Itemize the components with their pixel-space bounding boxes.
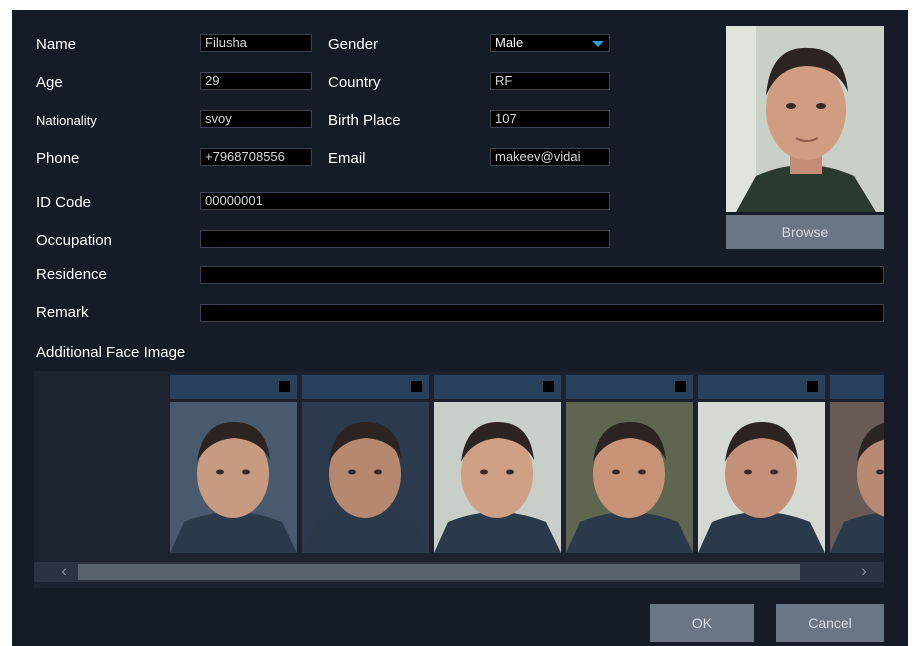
- gender-label: Gender: [328, 36, 379, 53]
- birth-place-field[interactable]: 107: [490, 110, 610, 128]
- remark-field[interactable]: [200, 304, 884, 322]
- face-thumbnail-image: [830, 402, 884, 553]
- thumbnail-header: [566, 375, 693, 399]
- face-photo: [726, 26, 884, 212]
- age-label: Age: [36, 74, 63, 91]
- scroll-thumb[interactable]: [78, 564, 800, 580]
- age-field[interactable]: 29: [200, 72, 312, 90]
- id-code-label: ID Code: [36, 194, 92, 211]
- residence-field[interactable]: [200, 266, 884, 284]
- thumbnail-checkbox[interactable]: [675, 381, 686, 392]
- thumbnail-checkbox[interactable]: [411, 381, 422, 392]
- nationality-label: Nationality: [36, 113, 97, 128]
- id-code-field[interactable]: 00000001: [200, 192, 610, 210]
- gender-select[interactable]: Male: [490, 34, 610, 52]
- thumbnail-header: [302, 375, 429, 399]
- residence-label: Residence: [36, 266, 107, 283]
- face-thumbnail-image: [566, 402, 693, 553]
- occupation-label: Occupation: [36, 232, 112, 249]
- thumbnail-checkbox[interactable]: [543, 381, 554, 392]
- face-thumbnail[interactable]: [302, 375, 429, 553]
- face-thumbnail-image: [434, 402, 561, 553]
- face-library-dialog: Name Filusha Gender Male Age 29 Country …: [12, 10, 908, 646]
- country-field[interactable]: RF: [490, 72, 610, 90]
- occupation-field[interactable]: [200, 230, 610, 248]
- thumbnail-checkbox[interactable]: [807, 381, 818, 392]
- face-photo-image: [726, 26, 884, 212]
- ok-button[interactable]: OK: [650, 604, 754, 642]
- scroll-left-icon[interactable]: ‹: [54, 562, 74, 582]
- email-label: Email: [328, 150, 366, 167]
- email-field[interactable]: makeev@vidai: [490, 148, 610, 166]
- name-field[interactable]: Filusha: [200, 34, 312, 52]
- thumbnail-header: [170, 375, 297, 399]
- cancel-button[interactable]: Cancel: [776, 604, 884, 642]
- remark-label: Remark: [36, 304, 89, 321]
- phone-field[interactable]: +7968708556: [200, 148, 312, 166]
- name-label: Name: [36, 36, 77, 53]
- face-thumbnail[interactable]: [566, 375, 693, 553]
- thumbnail-checkbox[interactable]: [279, 381, 290, 392]
- face-thumbnail[interactable]: [170, 375, 297, 553]
- face-thumbnail-image: [170, 402, 297, 553]
- face-thumbnail[interactable]: [698, 375, 825, 553]
- face-thumbnail[interactable]: [830, 375, 884, 553]
- browse-button[interactable]: Browse: [726, 215, 884, 249]
- face-thumbnail-image: [698, 402, 825, 553]
- thumbnail-header: [698, 375, 825, 399]
- country-label: Country: [328, 74, 381, 91]
- horizontal-scrollbar[interactable]: ‹ ›: [34, 562, 884, 582]
- nationality-field[interactable]: svoy: [200, 110, 312, 128]
- birth-place-label: Birth Place: [328, 112, 401, 129]
- scroll-right-icon[interactable]: ›: [854, 562, 874, 582]
- phone-label: Phone: [36, 150, 80, 167]
- additional-face-strip: [34, 371, 884, 588]
- face-thumbnail[interactable]: [434, 375, 561, 553]
- face-thumbnail-image: [302, 402, 429, 553]
- additional-face-title: Additional Face Image: [36, 344, 186, 361]
- chevron-down-icon: [592, 41, 604, 47]
- thumbnail-header: [830, 375, 884, 399]
- gender-value: Male: [495, 35, 524, 50]
- thumbnail-header: [434, 375, 561, 399]
